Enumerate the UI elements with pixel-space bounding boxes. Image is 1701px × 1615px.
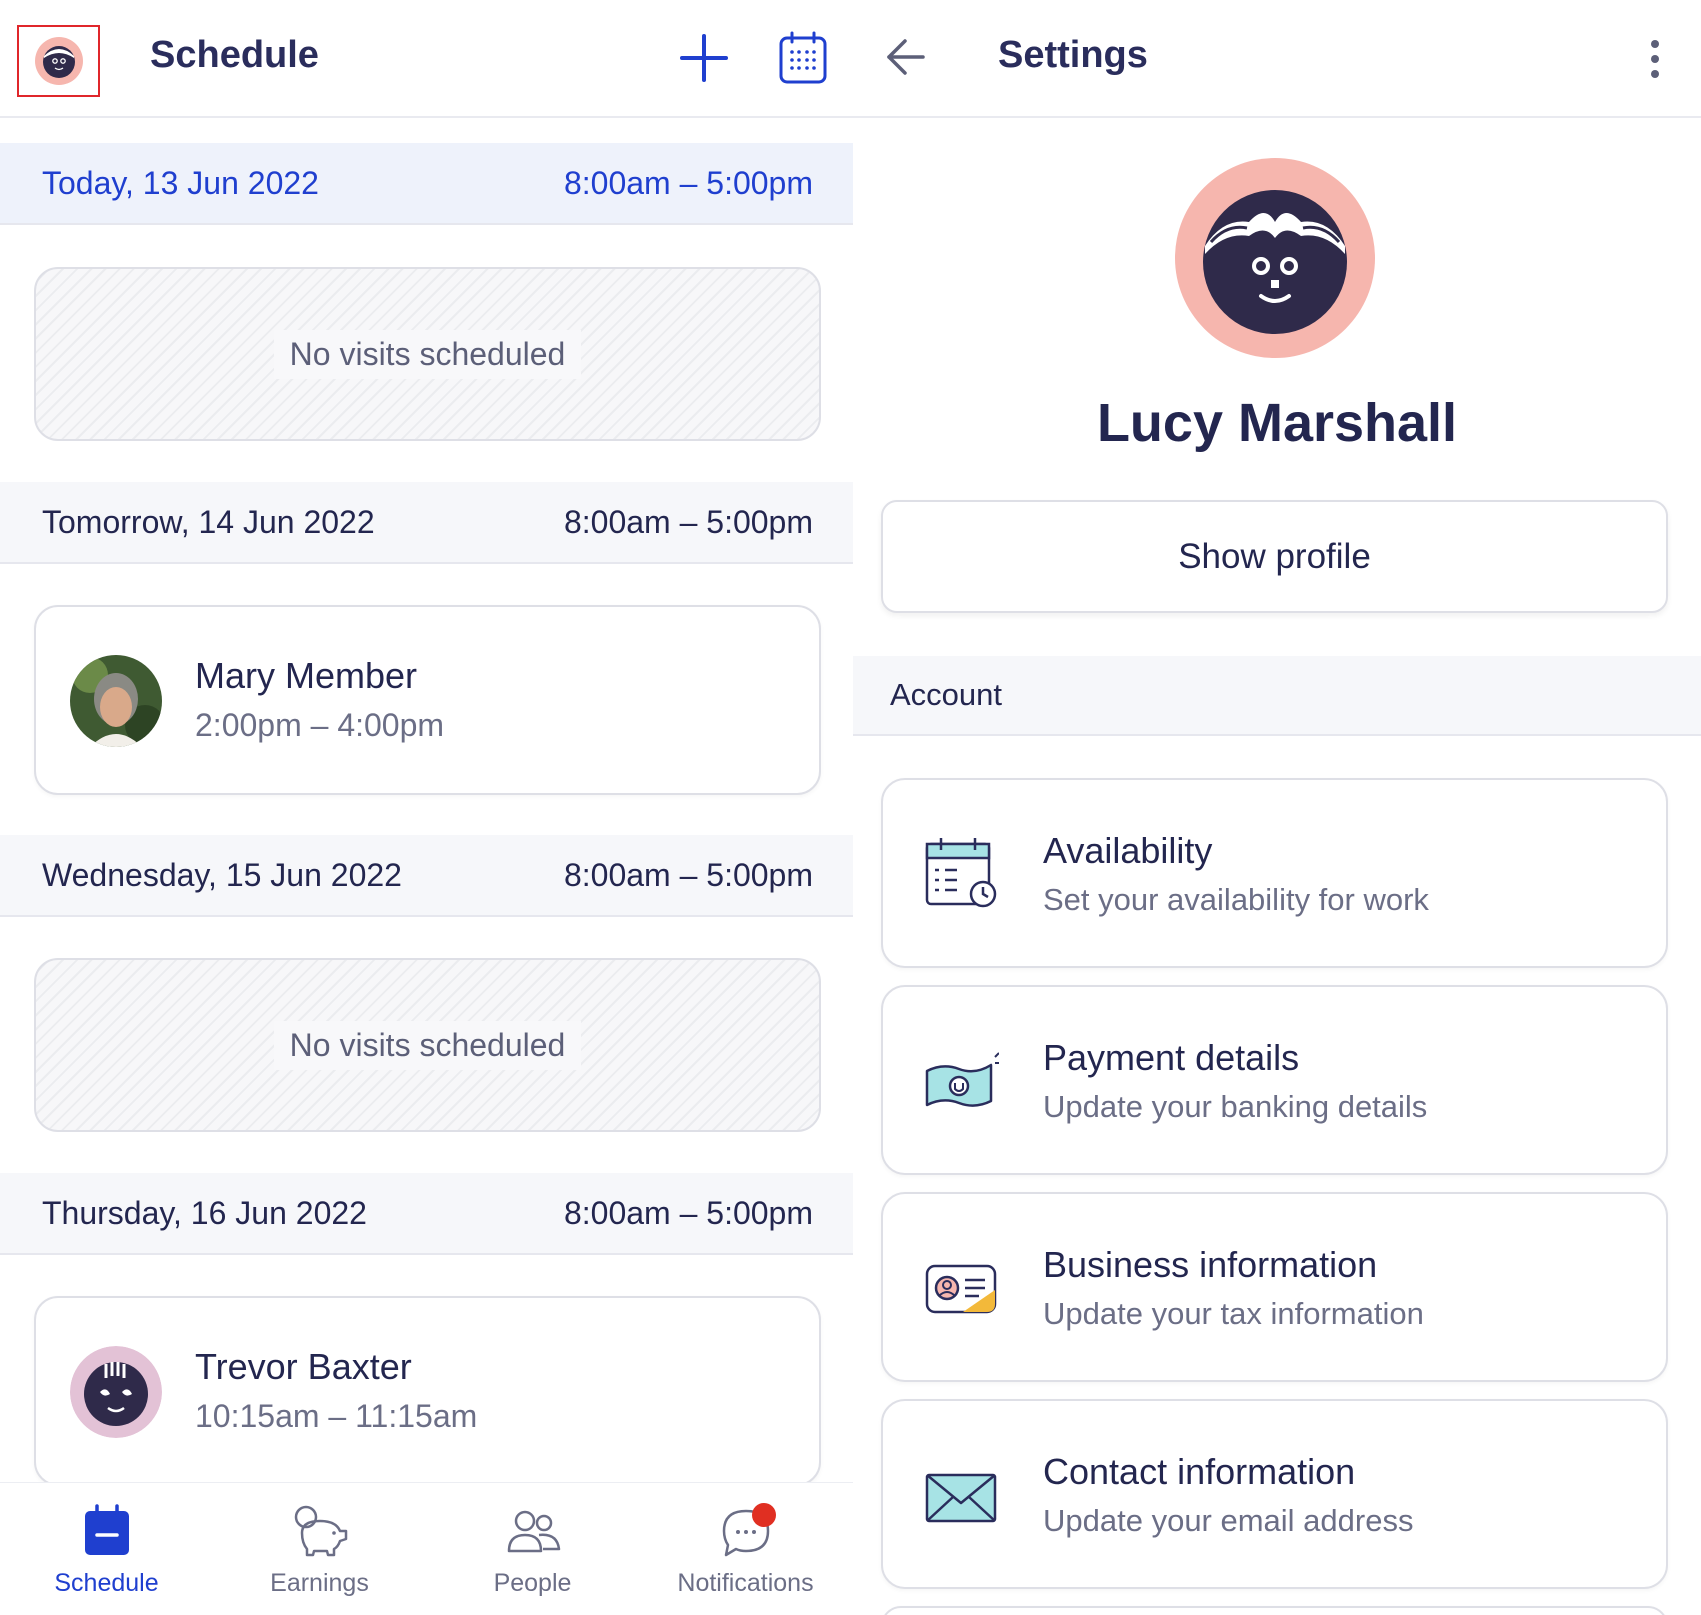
profile-avatar-button[interactable] xyxy=(17,25,100,97)
page-title: Schedule xyxy=(150,34,319,76)
bottom-nav: Schedule Earnings People Notifications xyxy=(0,1482,853,1615)
settings-item-business-information[interactable]: Business information Update your tax inf… xyxy=(881,1192,1668,1382)
day-header-wednesday: Wednesday, 15 Jun 2022 8:00am – 5:00pm xyxy=(0,835,853,917)
profile-avatar xyxy=(1175,158,1375,358)
nav-label: Schedule xyxy=(54,1569,159,1597)
settings-item-title: Availability xyxy=(1043,830,1213,871)
add-icon[interactable] xyxy=(676,30,732,86)
nav-item-earnings[interactable]: Earnings xyxy=(213,1483,426,1615)
settings-item-title: Contact information xyxy=(1043,1451,1356,1492)
settings-item-subtitle: Set your availability for work xyxy=(1043,882,1429,917)
day-header-today: Today, 13 Jun 2022 8:00am – 5:00pm xyxy=(0,143,853,225)
settings-panel: Settings Lucy Marshall Show profile Acco… xyxy=(853,0,1701,1615)
back-arrow-icon[interactable] xyxy=(883,34,927,80)
user-avatar-icon xyxy=(34,37,83,85)
profile-name: Lucy Marshall xyxy=(1096,393,1458,453)
settings-item-subtitle: Update your email address xyxy=(1043,1503,1414,1538)
day-hours: 8:00am – 5:00pm xyxy=(563,856,813,893)
banknote-icon xyxy=(925,1052,999,1107)
visit-time: 2:00pm – 4:00pm xyxy=(195,707,445,743)
day-hours: 8:00am – 5:00pm xyxy=(563,503,813,540)
id-card-icon xyxy=(925,1264,997,1314)
calendar-icon[interactable] xyxy=(777,30,829,86)
settings-item-contact-information[interactable]: Contact information Update your email ad… xyxy=(881,1399,1668,1589)
nav-item-people[interactable]: People xyxy=(426,1483,639,1615)
day-header-tomorrow: Tomorrow, 14 Jun 2022 8:00am – 5:00pm xyxy=(0,482,853,564)
nav-label: People xyxy=(493,1569,572,1597)
empty-visits-card: No visits scheduled xyxy=(34,958,821,1132)
client-avatar xyxy=(70,655,162,747)
settings-item-title: Business information xyxy=(1043,1244,1378,1285)
schedule-header: Schedule xyxy=(0,0,853,118)
schedule-panel: Schedule Today, 13 Jun 2022 8:00am – 5:0… xyxy=(0,0,853,1615)
day-label: Wednesday, 15 Jun 2022 xyxy=(42,856,402,893)
day-label: Thursday, 16 Jun 2022 xyxy=(42,1194,367,1231)
more-options-icon[interactable] xyxy=(1643,38,1667,80)
day-label: Today, 13 Jun 2022 xyxy=(42,164,319,201)
settings-item-subtitle: Update your banking details xyxy=(1043,1089,1428,1124)
nav-item-notifications[interactable]: Notifications xyxy=(639,1483,852,1615)
nav-label: Earnings xyxy=(270,1569,369,1597)
settings-item-subtitle: Update your tax information xyxy=(1043,1296,1424,1331)
nav-label: Notifications xyxy=(677,1569,814,1597)
settings-item-availability[interactable]: Availability Set your availability for w… xyxy=(881,778,1668,968)
people-icon xyxy=(507,1510,560,1553)
day-header-thursday: Thursday, 16 Jun 2022 8:00am – 5:00pm xyxy=(0,1173,853,1255)
show-profile-button[interactable]: Show profile xyxy=(881,500,1668,613)
notification-badge xyxy=(751,1503,776,1527)
visit-card[interactable]: Mary Member 2:00pm – 4:00pm xyxy=(34,605,821,795)
settings-item-title: Payment details xyxy=(1043,1037,1300,1078)
chat-bubble-icon xyxy=(716,1503,776,1559)
client-name: Trevor Baxter xyxy=(195,1346,412,1387)
settings-item-payment-details[interactable]: Payment details Update your banking deta… xyxy=(881,985,1668,1175)
page-title: Settings xyxy=(998,34,1148,76)
calendar-clock-icon xyxy=(925,838,997,908)
client-name: Mary Member xyxy=(195,655,418,696)
day-label: Tomorrow, 14 Jun 2022 xyxy=(42,503,375,540)
visit-card[interactable]: Trevor Baxter 10:15am – 11:15am xyxy=(34,1296,821,1486)
section-header-account: Account xyxy=(853,656,1701,736)
client-avatar xyxy=(70,1346,162,1438)
visit-time: 10:15am – 11:15am xyxy=(195,1398,478,1434)
empty-visits-card: No visits scheduled xyxy=(34,267,821,441)
piggy-bank-icon xyxy=(294,1505,347,1557)
settings-item-partial[interactable] xyxy=(881,1606,1668,1615)
nav-item-schedule[interactable]: Schedule xyxy=(0,1483,213,1615)
day-hours: 8:00am – 5:00pm xyxy=(563,164,813,201)
settings-header: Settings xyxy=(853,0,1701,118)
empty-visits-text: No visits scheduled xyxy=(273,329,582,379)
calendar-icon xyxy=(84,1504,129,1555)
envelope-icon xyxy=(925,1473,997,1523)
day-hours: 8:00am – 5:00pm xyxy=(563,1194,813,1231)
empty-visits-text: No visits scheduled xyxy=(273,1020,582,1070)
